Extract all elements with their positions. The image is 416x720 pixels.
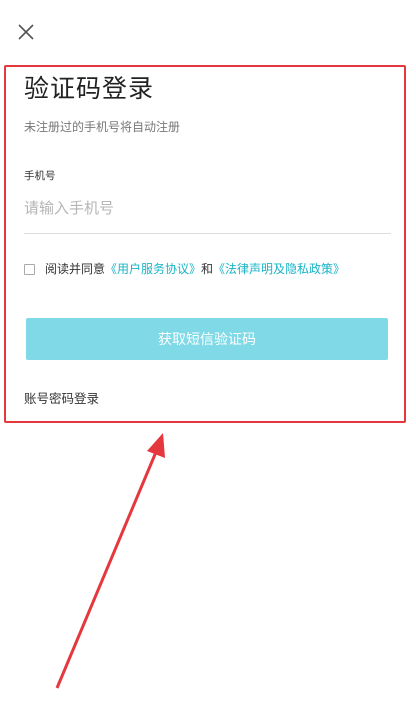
privacy-policy-link[interactable]: 《法律声明及隐私政策》	[213, 259, 345, 279]
agreement-conjunction: 和	[201, 262, 214, 276]
close-icon	[18, 24, 34, 40]
page-subtitle: 未注册过的手机号将自动注册	[24, 120, 181, 134]
login-page: 验证码登录 未注册过的手机号将自动注册 手机号 阅读并同意 《用户服务协议》 和…	[0, 0, 416, 720]
get-code-button[interactable]: 获取短信验证码	[26, 318, 388, 360]
annotation-arrow	[55, 433, 165, 689]
agreement-prefix: 阅读并同意	[45, 262, 106, 276]
user-agreement-link[interactable]: 《用户服务协议》	[105, 259, 201, 279]
close-button[interactable]	[14, 20, 38, 44]
phone-label: 手机号	[24, 170, 56, 182]
agreement-row: 阅读并同意 《用户服务协议》 和 《法律声明及隐私政策》	[24, 259, 345, 279]
page-title: 验证码登录	[24, 74, 155, 103]
agreement-checkbox[interactable]	[24, 263, 35, 275]
phone-input-underline	[24, 233, 391, 234]
phone-input[interactable]	[24, 192, 390, 224]
password-login-link[interactable]: 账号密码登录	[24, 390, 99, 408]
